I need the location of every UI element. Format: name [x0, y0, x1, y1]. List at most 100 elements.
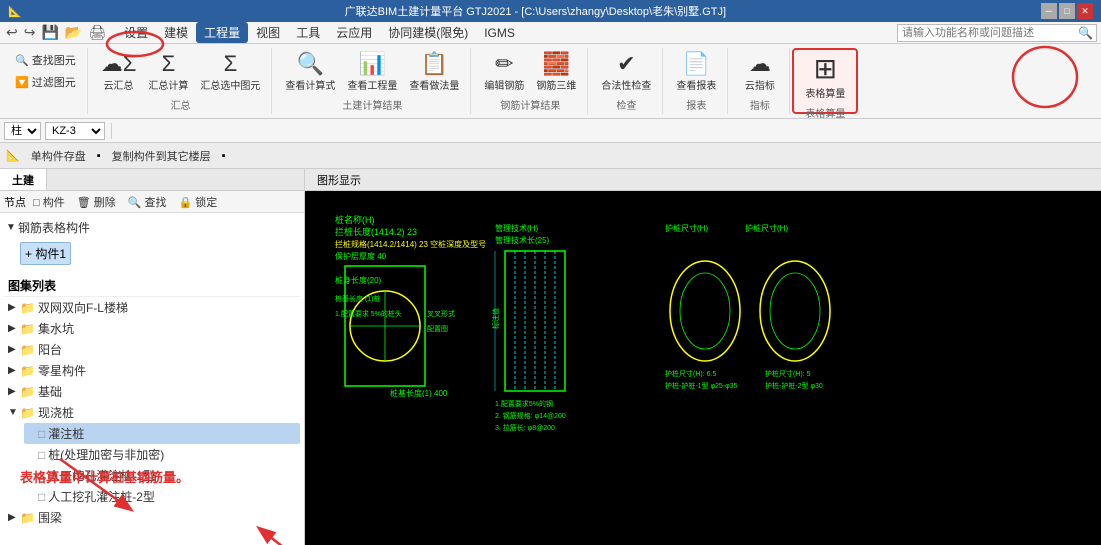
element-type-select[interactable]: 柱 梁 板: [4, 122, 41, 140]
rebar-3d-button[interactable]: 🧱 钢筋三维: [531, 50, 581, 95]
report-group-label: 报表: [686, 97, 706, 112]
tree-item-groutpile[interactable]: □ 灌注桩: [24, 423, 300, 444]
rebar-section-header[interactable]: ▼ 钢筋表格构件: [4, 217, 300, 238]
tree-folder-balcony[interactable]: ▶ 📁 阳台: [4, 339, 300, 360]
svg-text:管理技术(H): 管理技术(H): [495, 223, 538, 233]
qa-undo[interactable]: ↩: [4, 24, 20, 41]
qa-open[interactable]: 📂: [63, 24, 84, 41]
tree-item-densepile[interactable]: □ 桩(处理加密与非加密): [24, 444, 300, 465]
folder-icon-stair: 📁: [20, 301, 35, 315]
find-button[interactable]: 🔍 查找: [123, 192, 172, 212]
ribbon-group-report: 📄 查看报表 报表: [665, 48, 728, 114]
tree-label-groutpile: 灌注桩: [48, 425, 84, 442]
folder-icon-foundation: 📁: [20, 385, 35, 399]
maximize-button[interactable]: □: [1059, 3, 1075, 19]
table-calc-button[interactable]: ⊞ 表格算量: [800, 52, 850, 103]
summary-selected-button[interactable]: Σ 汇总选中图元: [195, 50, 265, 95]
menu-igms[interactable]: IGMS: [476, 24, 523, 42]
view-rebar-qty-button[interactable]: 📋 查看做法量: [404, 50, 464, 95]
svg-text:护桩尺寸(H): 护桩尺寸(H): [665, 223, 708, 233]
tree-label-sump: 集水坑: [38, 320, 74, 337]
tree-item-handpile2[interactable]: □ 人工挖孔灌注桩-2型: [24, 486, 300, 507]
ribbon-group-civil: 🔍 查看计算式 📊 查看工程量 📋 查看做法量 土建计算结果: [274, 48, 471, 114]
menu-tools[interactable]: 工具: [288, 22, 328, 43]
menu-cloud[interactable]: 云应用: [328, 22, 380, 43]
svg-text:桩基长度(1) 400: 桩基长度(1) 400: [390, 388, 448, 398]
tree-folder-stair[interactable]: ▶ 📁 双网双向F-L楼梯: [4, 297, 300, 318]
svg-text:桩基长度 (1)桩: 桩基长度 (1)桩: [335, 294, 381, 303]
menu-collab[interactable]: 协同建模(限免): [380, 22, 476, 43]
validity-check-icon: ✔: [617, 53, 635, 75]
delete-button[interactable]: 🗑 删除: [72, 192, 121, 212]
tree-folder-sump[interactable]: ▶ 📁 集水坑: [4, 318, 300, 339]
left-toolbar: 节点 □ 构件 🗑 删除 🔍 查找 🔒 锁定: [0, 191, 304, 213]
cloud-index-button[interactable]: ☁ 云指标: [740, 50, 780, 95]
civil-group-label: 土建计算结果: [342, 97, 402, 112]
menu-build[interactable]: 建模: [156, 22, 196, 43]
lock-button[interactable]: 🔒 锁定: [174, 192, 223, 212]
qa-redo[interactable]: ↪: [22, 24, 38, 41]
svg-text:拦桩规格(1414.2/1414) 23 空桩深度及型号: 拦桩规格(1414.2/1414) 23 空桩深度及型号: [335, 239, 486, 249]
menu-engineering[interactable]: 工程量: [196, 22, 248, 43]
view-engineering-button[interactable]: 📊 查看工程量: [342, 50, 402, 95]
tree-folder-castpile[interactable]: ▼ 📁 现浇桩: [4, 402, 300, 423]
tree-folder-foundation[interactable]: ▶ 📁 基础: [4, 381, 300, 402]
svg-text:保护层厚度 40: 保护层厚度 40: [335, 251, 387, 261]
ribbon-group-table-calc: ⊞ 表格算量 表格算量: [792, 48, 858, 114]
menu-settings[interactable]: 设置: [116, 22, 156, 43]
edit-rebar-icon: ✏: [495, 53, 513, 75]
find-diagram-button[interactable]: 🔍 查找图元: [8, 50, 83, 70]
summary-calc-icon: Σ: [162, 53, 176, 75]
atlas-list-header: 图集列表: [4, 275, 300, 297]
cloud-summary-button[interactable]: ☁Σ 云汇总: [96, 50, 142, 95]
cad-drawing: 桩名称(H) 拦桩长度(1414.2) 23 拦桩规格(1414.2/1414)…: [305, 191, 1101, 545]
view-calc-button[interactable]: 🔍 查看计算式: [280, 50, 340, 95]
svg-text:2. 钢筋规格: φ14@200: 2. 钢筋规格: φ14@200: [495, 411, 566, 420]
element-name-select[interactable]: KZ-3: [45, 122, 105, 140]
diagram-display-tab[interactable]: 图形显示: [305, 170, 373, 190]
view-report-icon: 📄: [683, 53, 710, 75]
qa-print[interactable]: 🖨: [86, 24, 108, 41]
red-annotation-text: 表格算量中计算桩基钢筋量。: [20, 467, 220, 486]
view-calc-icon: 🔍: [297, 53, 324, 75]
svg-text:桩名称(H): 桩名称(H): [335, 214, 375, 225]
component-item-1[interactable]: + 构件1: [20, 242, 71, 265]
index-group-label: 指标: [750, 97, 770, 112]
copy-component-button[interactable]: 复制构件到其它楼层: [105, 146, 218, 166]
view-report-button[interactable]: 📄 查看报表: [671, 50, 721, 95]
tree-folder-beam[interactable]: ▶ 📁 围梁: [4, 507, 300, 528]
ribbon-group-index: ☁ 云指标 指标: [730, 48, 790, 114]
search-input[interactable]: [897, 24, 1097, 42]
edit-rebar-button[interactable]: ✏ 编辑钢筋: [479, 50, 529, 95]
summary-calc-button[interactable]: Σ 汇总计算: [143, 50, 193, 95]
tree-folder-misc[interactable]: ▶ 📁 零星构件: [4, 360, 300, 381]
summary-group-label: 汇总: [171, 97, 191, 112]
add-component-button[interactable]: □ 构件: [28, 192, 70, 212]
ribbon-group-rebar: ✏ 编辑钢筋 🧱 钢筋三维 钢筋计算结果: [473, 48, 588, 114]
ribbon: 🔍 查找图元 🔽 过滤图元 ☁Σ 云汇总 Σ 汇总计算 Σ 汇总选: [0, 44, 1101, 119]
save-component-button[interactable]: 单构件存盘: [24, 146, 93, 166]
title-bar: 📐 广联达BIM土建计量平台 GTJ2021 - [C:\Users\zhang…: [0, 0, 1101, 22]
svg-text:1.配置要求5%的钢: 1.配置要求5%的钢: [495, 399, 553, 408]
right-panel-header: 图形显示: [305, 169, 1101, 191]
table-calc-icon: ⊞: [814, 55, 837, 83]
title-text: 广联达BIM土建计量平台 GTJ2021 - [C:\Users\zhangy\…: [30, 3, 1041, 19]
ribbon-group-check: ✔ 合法性检查 检查: [590, 48, 663, 114]
qa-save[interactable]: 💾: [39, 24, 60, 41]
svg-text:管理技术长(25): 管理技术长(25): [495, 235, 550, 245]
folder-icon-castpile: 📁: [20, 406, 35, 420]
toolbar2-icon: 📐: [6, 149, 20, 162]
svg-text:护桩尺寸(H): 6.5: 护桩尺寸(H): 6.5: [665, 369, 716, 378]
filter-diagram-button[interactable]: 🔽 过滤图元: [8, 72, 83, 92]
folder-icon-misc: 📁: [20, 364, 35, 378]
validity-check-button[interactable]: ✔ 合法性检查: [596, 50, 656, 95]
item-icon-handpile2: □: [38, 490, 45, 504]
close-button[interactable]: ✕: [1077, 3, 1093, 19]
minimize-button[interactable]: ─: [1041, 3, 1057, 19]
tree-label-handpile2: 人工挖孔灌注桩-2型: [48, 488, 155, 505]
folder-icon-beam: 📁: [20, 511, 35, 525]
tab-civil[interactable]: 土建: [0, 169, 47, 190]
right-section: 图形显示 桩名称(H) 拦桩长度(1414.2) 23 拦桩规格(1414.2/…: [305, 169, 1101, 545]
menu-view[interactable]: 视图: [248, 22, 288, 43]
svg-text:桩身长度(20): 桩身长度(20): [335, 275, 382, 285]
